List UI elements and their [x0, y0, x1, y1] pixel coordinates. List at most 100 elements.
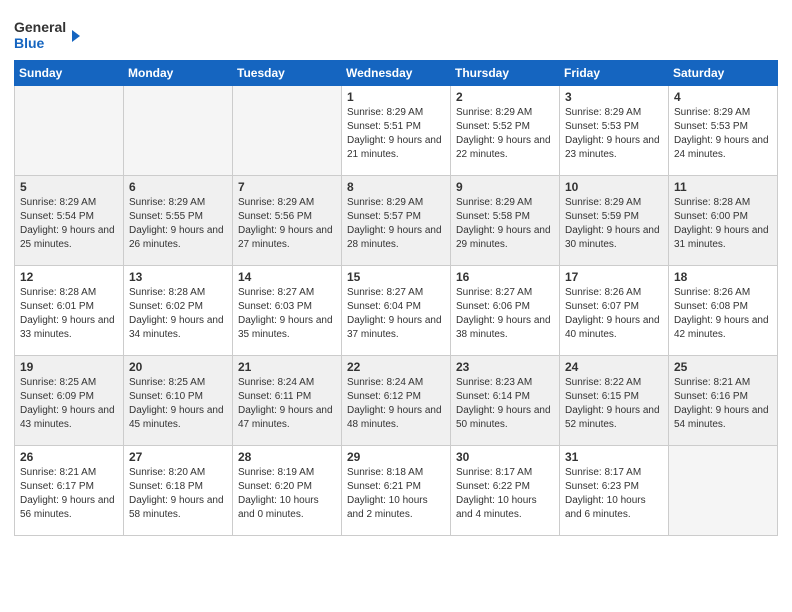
calendar-day: 10 Sunrise: 8:29 AMSunset: 5:59 PMDayligh… [560, 176, 669, 266]
calendar-day: 27 Sunrise: 8:20 AMSunset: 6:18 PMDayligh… [124, 446, 233, 536]
day-number: 22 [347, 360, 445, 374]
page: General Blue SundayMondayTuesdayWednesda… [0, 0, 792, 612]
day-info: Sunrise: 8:21 AMSunset: 6:16 PMDaylight:… [674, 376, 772, 432]
day-info: Sunrise: 8:27 AMSunset: 6:03 PMDaylight:… [238, 286, 336, 342]
day-number: 9 [456, 180, 554, 194]
day-number: 11 [674, 180, 772, 194]
day-number: 1 [347, 90, 445, 104]
day-info: Sunrise: 8:29 AMSunset: 5:51 PMDaylight:… [347, 106, 445, 162]
day-number: 15 [347, 270, 445, 284]
day-number: 28 [238, 450, 336, 464]
day-info: Sunrise: 8:24 AMSunset: 6:11 PMDaylight:… [238, 376, 336, 432]
weekday-header-thursday: Thursday [451, 61, 560, 86]
weekday-header-tuesday: Tuesday [233, 61, 342, 86]
day-info: Sunrise: 8:24 AMSunset: 6:12 PMDaylight:… [347, 376, 445, 432]
calendar-week-row: 12Sunrise: 8:28 AMSunset: 6:01 PMDayligh… [15, 266, 778, 356]
day-number: 24 [565, 360, 663, 374]
day-info: Sunrise: 8:29 AMSunset: 5:57 PMDaylight:… [347, 196, 445, 252]
calendar-day: 24 Sunrise: 8:22 AMSunset: 6:15 PMDayligh… [560, 356, 669, 446]
calendar-week-row: 1 Sunrise: 8:29 AMSunset: 5:51 PMDaylight… [15, 86, 778, 176]
calendar-day: 25 Sunrise: 8:21 AMSunset: 6:16 PMDayligh… [669, 356, 778, 446]
day-number: 30 [456, 450, 554, 464]
svg-text:General: General [14, 19, 66, 35]
day-number: 7 [238, 180, 336, 194]
day-info: Sunrise: 8:29 AMSunset: 5:54 PMDaylight:… [20, 196, 118, 252]
day-number: 13 [129, 270, 227, 284]
calendar-day: 12Sunrise: 8:28 AMSunset: 6:01 PMDayligh… [15, 266, 124, 356]
day-info: Sunrise: 8:18 AMSunset: 6:21 PMDaylight:… [347, 466, 445, 522]
day-info: Sunrise: 8:21 AMSunset: 6:17 PMDaylight:… [20, 466, 118, 522]
day-number: 25 [674, 360, 772, 374]
day-info: Sunrise: 8:17 AMSunset: 6:23 PMDaylight:… [565, 466, 663, 522]
weekday-header-row: SundayMondayTuesdayWednesdayThursdayFrid… [15, 61, 778, 86]
day-info: Sunrise: 8:26 AMSunset: 6:07 PMDaylight:… [565, 286, 663, 342]
day-info: Sunrise: 8:28 AMSunset: 6:00 PMDaylight:… [674, 196, 772, 252]
calendar-day: 21 Sunrise: 8:24 AMSunset: 6:11 PMDayligh… [233, 356, 342, 446]
calendar-day: 18 Sunrise: 8:26 AMSunset: 6:08 PMDayligh… [669, 266, 778, 356]
day-number: 3 [565, 90, 663, 104]
calendar-day: 17 Sunrise: 8:26 AMSunset: 6:07 PMDayligh… [560, 266, 669, 356]
day-info: Sunrise: 8:29 AMSunset: 5:56 PMDaylight:… [238, 196, 336, 252]
day-info: Sunrise: 8:22 AMSunset: 6:15 PMDaylight:… [565, 376, 663, 432]
calendar-day: 20Sunrise: 8:25 AMSunset: 6:10 PMDayligh… [124, 356, 233, 446]
calendar-day: 13 Sunrise: 8:28 AMSunset: 6:02 PMDayligh… [124, 266, 233, 356]
calendar-week-row: 19 Sunrise: 8:25 AMSunset: 6:09 PMDayligh… [15, 356, 778, 446]
calendar-day [233, 86, 342, 176]
day-info: Sunrise: 8:27 AMSunset: 6:04 PMDaylight:… [347, 286, 445, 342]
calendar-day: 4 Sunrise: 8:29 AMSunset: 5:53 PMDaylight… [669, 86, 778, 176]
day-number: 27 [129, 450, 227, 464]
day-info: Sunrise: 8:29 AMSunset: 5:53 PMDaylight:… [674, 106, 772, 162]
calendar-day: 22 Sunrise: 8:24 AMSunset: 6:12 PMDayligh… [342, 356, 451, 446]
day-info: Sunrise: 8:28 AMSunset: 6:02 PMDaylight:… [129, 286, 227, 342]
day-info: Sunrise: 8:29 AMSunset: 5:53 PMDaylight:… [565, 106, 663, 162]
calendar-day: 8 Sunrise: 8:29 AMSunset: 5:57 PMDaylight… [342, 176, 451, 266]
day-info: Sunrise: 8:27 AMSunset: 6:06 PMDaylight:… [456, 286, 554, 342]
day-info: Sunrise: 8:26 AMSunset: 6:08 PMDaylight:… [674, 286, 772, 342]
calendar-day: 26 Sunrise: 8:21 AMSunset: 6:17 PMDayligh… [15, 446, 124, 536]
calendar-day: 1 Sunrise: 8:29 AMSunset: 5:51 PMDaylight… [342, 86, 451, 176]
weekday-header-wednesday: Wednesday [342, 61, 451, 86]
calendar-day: 15 Sunrise: 8:27 AMSunset: 6:04 PMDayligh… [342, 266, 451, 356]
calendar-day: 9 Sunrise: 8:29 AMSunset: 5:58 PMDaylight… [451, 176, 560, 266]
calendar-day: 14 Sunrise: 8:27 AMSunset: 6:03 PMDayligh… [233, 266, 342, 356]
day-info: Sunrise: 8:29 AMSunset: 5:55 PMDaylight:… [129, 196, 227, 252]
day-number: 31 [565, 450, 663, 464]
day-number: 21 [238, 360, 336, 374]
day-info: Sunrise: 8:20 AMSunset: 6:18 PMDaylight:… [129, 466, 227, 522]
calendar-day: 19 Sunrise: 8:25 AMSunset: 6:09 PMDayligh… [15, 356, 124, 446]
calendar-day [15, 86, 124, 176]
day-number: 10 [565, 180, 663, 194]
day-number: 18 [674, 270, 772, 284]
day-number: 17 [565, 270, 663, 284]
day-info: Sunrise: 8:25 AMSunset: 6:10 PMDaylight:… [129, 376, 227, 432]
calendar-day: 6 Sunrise: 8:29 AMSunset: 5:55 PMDaylight… [124, 176, 233, 266]
day-number: 8 [347, 180, 445, 194]
calendar-table: SundayMondayTuesdayWednesdayThursdayFrid… [14, 60, 778, 536]
day-number: 19 [20, 360, 118, 374]
day-number: 14 [238, 270, 336, 284]
calendar-day: 16Sunrise: 8:27 AMSunset: 6:06 PMDayligh… [451, 266, 560, 356]
header: General Blue [14, 10, 778, 52]
day-info: Sunrise: 8:29 AMSunset: 5:58 PMDaylight:… [456, 196, 554, 252]
calendar-week-row: 26 Sunrise: 8:21 AMSunset: 6:17 PMDayligh… [15, 446, 778, 536]
calendar-week-row: 5Sunrise: 8:29 AMSunset: 5:54 PMDaylight… [15, 176, 778, 266]
calendar-day [124, 86, 233, 176]
weekday-header-monday: Monday [124, 61, 233, 86]
day-number: 12 [20, 270, 118, 284]
day-number: 6 [129, 180, 227, 194]
day-info: Sunrise: 8:29 AMSunset: 5:52 PMDaylight:… [456, 106, 554, 162]
calendar-day: 2Sunrise: 8:29 AMSunset: 5:52 PMDaylight… [451, 86, 560, 176]
day-number: 4 [674, 90, 772, 104]
calendar-day: 23Sunrise: 8:23 AMSunset: 6:14 PMDayligh… [451, 356, 560, 446]
day-info: Sunrise: 8:23 AMSunset: 6:14 PMDaylight:… [456, 376, 554, 432]
day-info: Sunrise: 8:29 AMSunset: 5:59 PMDaylight:… [565, 196, 663, 252]
weekday-header-saturday: Saturday [669, 61, 778, 86]
logo: General Blue [14, 16, 84, 52]
weekday-header-sunday: Sunday [15, 61, 124, 86]
logo-svg: General Blue [14, 16, 84, 52]
day-number: 26 [20, 450, 118, 464]
day-info: Sunrise: 8:25 AMSunset: 6:09 PMDaylight:… [20, 376, 118, 432]
day-info: Sunrise: 8:19 AMSunset: 6:20 PMDaylight:… [238, 466, 336, 522]
day-info: Sunrise: 8:17 AMSunset: 6:22 PMDaylight:… [456, 466, 554, 522]
calendar-day: 11 Sunrise: 8:28 AMSunset: 6:00 PMDayligh… [669, 176, 778, 266]
